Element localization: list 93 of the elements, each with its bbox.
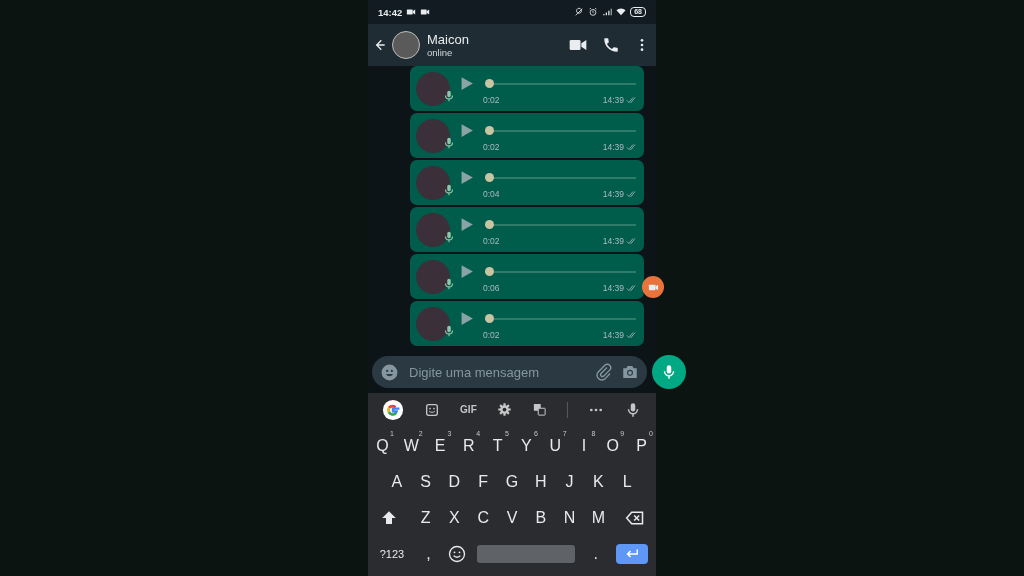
key-label: U — [549, 437, 561, 455]
gif-button[interactable]: GIF — [460, 404, 477, 415]
avatar-photo-placeholder — [416, 71, 450, 106]
key-label: F — [478, 473, 489, 491]
do-not-disturb-icon — [574, 7, 585, 17]
key-label: M — [591, 509, 606, 527]
microphone-icon — [442, 229, 456, 244]
avatar-photo-placeholder — [416, 306, 450, 341]
key-label: S — [420, 473, 431, 491]
audio-progress-thumb[interactable] — [485, 314, 494, 323]
key-label: I — [581, 437, 587, 455]
key-label: K — [593, 473, 604, 491]
message-composer-field[interactable]: Digite uma mensagem — [372, 356, 647, 388]
message-time: 14:39 — [602, 329, 624, 340]
audio-progress-thumb[interactable] — [485, 126, 494, 135]
key-label: ?123 — [379, 548, 405, 560]
key-label: D — [448, 473, 461, 491]
backspace-key-icon[interactable] — [624, 508, 645, 528]
microphone-icon — [442, 135, 456, 150]
video-camera-icon — [420, 7, 431, 17]
audio-duration: 0:02 — [483, 235, 500, 246]
video-camera-icon — [406, 7, 417, 17]
contact-avatar-placeholder[interactable] — [392, 31, 420, 59]
key-label: V — [506, 509, 518, 527]
audio-progress-track[interactable] — [485, 223, 636, 226]
key-label: W — [403, 437, 419, 455]
settings-icon[interactable] — [496, 402, 512, 417]
audio-duration: 0:02 — [483, 94, 500, 105]
key-label: T — [492, 437, 503, 455]
microphone-icon — [442, 276, 456, 291]
key-label: , — [426, 545, 431, 563]
audio-progress-thumb[interactable] — [485, 220, 494, 229]
emoji-icon[interactable] — [380, 362, 399, 382]
status-time: 14:42 — [378, 6, 403, 18]
key-label: H — [535, 473, 547, 491]
voice-message-bubble[interactable]: 0:02 14:39 — [410, 66, 644, 111]
message-time: 14:39 — [602, 141, 624, 152]
key-label: G — [505, 473, 519, 491]
microphone-icon — [442, 88, 456, 103]
key-label: E — [434, 437, 446, 455]
key-label: R — [463, 437, 475, 455]
signal-icon — [602, 7, 613, 17]
audio-progress-track[interactable] — [485, 176, 636, 179]
key-label: A — [391, 473, 403, 491]
key-label: C — [477, 509, 489, 527]
phone-call-icon[interactable] — [602, 36, 620, 54]
key-label: . — [593, 545, 598, 563]
voice-message-bubble[interactable]: 0:02 14:39 — [410, 207, 644, 252]
message-time: 14:39 — [602, 94, 624, 105]
wifi-icon — [616, 7, 627, 17]
microphone-icon — [442, 323, 456, 338]
contact-status: online — [427, 47, 454, 58]
key-label: X — [449, 509, 460, 527]
audio-progress-thumb[interactable] — [485, 173, 494, 182]
key-label: P — [636, 437, 647, 455]
emoji-key-icon[interactable] — [446, 544, 467, 564]
audio-progress-thumb[interactable] — [485, 267, 494, 276]
audio-duration: 0:02 — [483, 141, 500, 152]
voice-message-bubble[interactable]: 0:02 14:39 — [410, 301, 644, 346]
key-label: Q — [376, 437, 389, 455]
audio-duration: 0:06 — [483, 282, 500, 293]
voice-message-bubble[interactable]: 0:06 14:39 — [410, 254, 644, 299]
colored-circle-logo-icon[interactable] — [382, 398, 404, 421]
audio-progress-track[interactable] — [485, 317, 636, 320]
avatar-photo-placeholder — [416, 165, 450, 200]
key-label: Z — [420, 509, 431, 527]
audio-progress-thumb[interactable] — [485, 79, 494, 88]
key-label: Y — [521, 437, 532, 455]
audio-duration: 0:02 — [483, 329, 500, 340]
voice-message-bubble[interactable]: 0:04 14:39 — [410, 160, 644, 205]
message-time: 14:39 — [602, 282, 624, 293]
audio-progress-track[interactable] — [485, 82, 636, 85]
audio-duration: 0:04 — [483, 188, 500, 199]
message-time: 14:39 — [602, 235, 624, 246]
audio-progress-track[interactable] — [485, 129, 636, 132]
key-label: O — [606, 437, 619, 455]
message-time: 14:39 — [602, 188, 624, 199]
camera-icon[interactable] — [621, 363, 639, 381]
enter-key[interactable] — [616, 544, 648, 564]
contact-name[interactable]: Maicon — [427, 32, 469, 47]
key-label: N — [563, 509, 576, 527]
attachment-clip-icon[interactable] — [595, 363, 613, 381]
key-label: B — [535, 509, 547, 527]
microphone-icon — [442, 182, 456, 197]
avatar-photo-placeholder — [416, 212, 450, 247]
avatar-photo-placeholder — [416, 118, 450, 153]
avatar-photo-placeholder — [416, 259, 450, 294]
key-label: J — [565, 473, 574, 491]
key-label: L — [622, 473, 632, 491]
sticker-icon[interactable] — [424, 401, 441, 418]
audio-progress-track[interactable] — [485, 270, 636, 273]
alarm-icon — [588, 7, 599, 17]
voice-message-bubble[interactable]: 0:02 14:39 — [410, 113, 644, 158]
